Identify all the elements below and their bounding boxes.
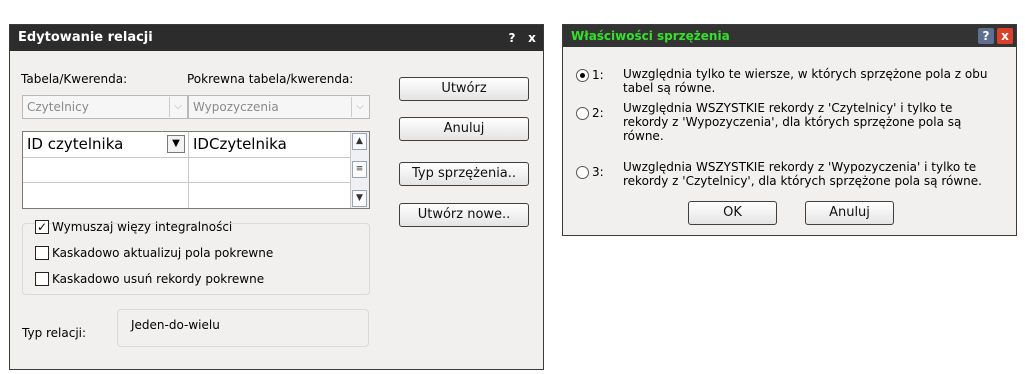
dialog-title-bar: Edytowanie relacji ? x — [10, 25, 543, 51]
join-option-2-text: Uwzględnia WSZYSTKIE rekordy z 'Czytelni… — [623, 101, 1003, 143]
ok-button[interactable]: OK — [688, 201, 777, 225]
related-table-combo[interactable]: Wypozyczenia ⌵ — [188, 95, 370, 119]
scroll-thumb[interactable]: ≡ — [352, 161, 367, 178]
chevron-down-icon[interactable]: ⌵ — [169, 97, 186, 117]
checkbox-enforce-integrity[interactable]: ✓ — [35, 220, 49, 234]
grid-scrollbar[interactable]: ▲ ≡ ▼ — [350, 132, 369, 208]
checkbox-enforce-integrity-label: Wymuszaj więzy integralności — [52, 220, 233, 234]
create-button[interactable]: Utwórz — [399, 77, 529, 101]
cancel-button[interactable]: Anuluj — [805, 201, 894, 225]
join-option-3-text: Uwzględnia WSZYSTKIE rekordy z 'Wypozycz… — [623, 160, 1003, 188]
checkbox-cascade-delete[interactable] — [35, 272, 49, 286]
grid-cell-text: IDCzytelnika — [193, 135, 287, 153]
grid-cell[interactable] — [189, 183, 351, 208]
radio-selected-dot — [580, 73, 585, 78]
join-option-line: Uwzględnia WSZYSTKIE rekordy z 'Czytelni… — [623, 101, 953, 115]
help-icon[interactable]: ? — [504, 30, 520, 46]
scroll-down-icon[interactable]: ▼ — [352, 190, 367, 207]
fields-grid: ID czytelnika ▼ IDCzytelnika ▲ ≡ ▼ — [22, 131, 370, 209]
join-option-1-number: 1: — [592, 68, 604, 82]
join-option-3-radio[interactable] — [576, 166, 589, 179]
grid-cell[interactable] — [189, 158, 351, 183]
chevron-down-icon[interactable]: ▼ — [167, 135, 185, 153]
cancel-button[interactable]: Anuluj — [399, 117, 529, 141]
join-option-1-text: Uwzględnia tylko te wiersze, w których s… — [623, 67, 1003, 95]
checkbox-cascade-delete-label: Kaskadowo usuń rekordy pokrewne — [52, 272, 265, 286]
grid-cell-text: ID czytelnika — [27, 135, 124, 153]
grid-cell[interactable]: IDCzytelnika — [189, 132, 351, 158]
join-option-line: rekordy z 'Wypozyczenia', dla których sp… — [623, 115, 962, 129]
relation-type-box: Jeden-do-wielu — [117, 309, 369, 347]
related-table-label: Pokrewna tabela/kwerenda: — [187, 72, 354, 86]
grid-cell[interactable] — [23, 183, 189, 208]
checkbox-cascade-update-label: Kaskadowo aktualizuj pola pokrewne — [52, 246, 274, 260]
dialog-title: Edytowanie relacji — [18, 30, 153, 45]
checkbox-cascade-update[interactable] — [35, 246, 49, 260]
join-type-button[interactable]: Typ sprzężenia.. — [399, 162, 529, 186]
table-combo[interactable]: Czytelnicy ⌵ — [22, 95, 188, 119]
close-icon[interactable]: x — [997, 28, 1013, 44]
join-dialog-title: Właściwości sprzężenia — [571, 29, 730, 43]
help-icon[interactable]: ? — [978, 28, 994, 44]
join-option-line: rekordy z 'Czytelnicy', dla których sprz… — [623, 174, 982, 188]
grid-cell[interactable] — [23, 158, 189, 183]
relation-type-value: Jeden-do-wielu — [131, 318, 220, 332]
join-option-2-number: 2: — [592, 106, 604, 120]
edit-relations-dialog: Edytowanie relacji ? x Tabela/Kwerenda: … — [9, 24, 544, 370]
join-option-line: tabel są równe. — [623, 81, 716, 95]
join-dialog-title-bar: Właściwości sprzężenia ? x — [563, 25, 1016, 47]
table-combo-value: Czytelnicy — [27, 100, 89, 114]
scroll-up-icon[interactable]: ▲ — [352, 133, 367, 150]
join-option-line: Uwzględnia WSZYSTKIE rekordy z 'Wypozycz… — [623, 160, 977, 174]
join-properties-dialog: Właściwości sprzężenia ? x 1: Uwzględnia… — [562, 24, 1017, 236]
join-option-line: równe. — [623, 129, 664, 143]
chevron-down-icon[interactable]: ⌵ — [351, 97, 368, 117]
table-label: Tabela/Kwerenda: — [21, 72, 128, 86]
join-option-3-number: 3: — [592, 165, 604, 179]
join-option-line: Uwzględnia tylko te wiersze, w których s… — [623, 67, 988, 81]
join-option-2-radio[interactable] — [576, 107, 589, 120]
create-new-button[interactable]: Utwórz nowe.. — [399, 203, 529, 227]
related-table-combo-value: Wypozyczenia — [193, 100, 279, 114]
close-icon[interactable]: x — [524, 30, 540, 46]
grid-cell[interactable]: ID czytelnika ▼ — [23, 132, 189, 158]
relation-type-label: Typ relacji: — [22, 326, 87, 340]
join-option-1-radio[interactable] — [576, 69, 589, 82]
